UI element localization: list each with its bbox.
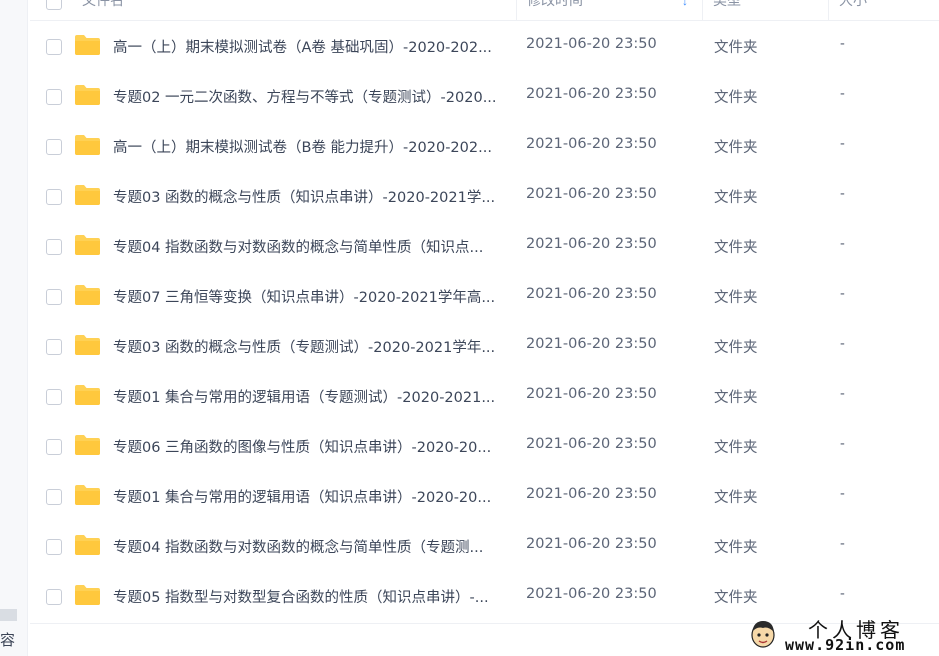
sidebar-block	[0, 609, 17, 621]
row-checkbox[interactable]	[46, 139, 62, 155]
row-checkbox[interactable]	[46, 289, 62, 305]
file-size: -	[840, 236, 845, 252]
table-row[interactable]: 高一（上）期末模拟测试卷（A卷 基础巩固）-2020-202... 2021-06…	[30, 21, 939, 71]
modified-time: 2021-06-20 23:50	[526, 436, 657, 452]
folder-icon	[75, 485, 100, 505]
modified-time: 2021-06-20 23:50	[526, 336, 657, 352]
table-row[interactable]: 专题07 三角恒等变换（知识点串讲）-2020-2021学年高... 2021-0…	[30, 271, 939, 321]
folder-icon	[75, 185, 100, 205]
folder-icon	[75, 585, 100, 605]
modified-time: 2021-06-20 23:50	[526, 386, 657, 402]
column-header-name[interactable]: 文件名	[82, 0, 124, 20]
file-type: 文件夹	[714, 440, 758, 456]
file-name[interactable]: 专题01 集合与常用的逻辑用语（知识点串讲）-2020-20...	[113, 486, 508, 507]
file-type: 文件夹	[714, 490, 758, 506]
row-checkbox[interactable]	[46, 239, 62, 255]
file-type: 文件夹	[714, 240, 758, 256]
table-row[interactable]: 专题02 一元二次函数、方程与不等式（专题测试）-2020... 2021-06-…	[30, 71, 939, 121]
column-header-modified[interactable]: 修改时间	[516, 0, 707, 20]
folder-icon	[75, 535, 100, 555]
file-size: -	[840, 436, 845, 452]
row-checkbox[interactable]	[46, 589, 62, 605]
file-name[interactable]: 专题02 一元二次函数、方程与不等式（专题测试）-2020...	[113, 86, 508, 107]
table-row[interactable]: 专题04 指数函数与对数函数的概念与简单性质（知识点... 2021-06-20 …	[30, 221, 939, 271]
file-name[interactable]: 专题04 指数函数与对数函数的概念与简单性质（知识点...	[113, 236, 508, 257]
modified-time: 2021-06-20 23:50	[526, 586, 657, 602]
file-name[interactable]: 专题03 函数的概念与性质（知识点串讲）-2020-2021学...	[113, 186, 508, 207]
table-row[interactable]: 高一（上）期末模拟测试卷（B卷 能力提升）-2020-202... 2021-06…	[30, 121, 939, 171]
table-row[interactable]: 专题01 集合与常用的逻辑用语（知识点串讲）-2020-20... 2021-06…	[30, 471, 939, 521]
modified-time: 2021-06-20 23:50	[526, 486, 657, 502]
watermark-url: www.92in.com	[785, 636, 906, 654]
folder-icon	[75, 235, 100, 255]
file-size: -	[840, 486, 845, 502]
file-type: 文件夹	[714, 140, 758, 156]
file-size: -	[840, 136, 845, 152]
watermark: 个人博客 www.92in.com	[748, 614, 939, 656]
row-checkbox[interactable]	[46, 389, 62, 405]
modified-time: 2021-06-20 23:50	[526, 86, 657, 102]
file-name[interactable]: 专题04 指数函数与对数函数的概念与简单性质（专题测...	[113, 536, 508, 557]
table-row[interactable]: 专题03 函数的概念与性质（专题测试）-2020-2021学年... 2021-0…	[30, 321, 939, 371]
table-row[interactable]: 专题01 集合与常用的逻辑用语（专题测试）-2020-2021... 2021-0…	[30, 371, 939, 421]
folder-icon	[75, 435, 100, 455]
modified-time: 2021-06-20 23:50	[526, 136, 657, 152]
file-type: 文件夹	[714, 590, 758, 606]
file-list: 文件名 修改时间 ↓ 类型 大小 高一（上）期末模拟测试卷（A卷 基础巩固）-2…	[30, 0, 939, 656]
row-checkbox[interactable]	[46, 539, 62, 555]
file-name[interactable]: 专题01 集合与常用的逻辑用语（专题测试）-2020-2021...	[113, 386, 508, 407]
file-size: -	[840, 336, 845, 352]
file-type: 文件夹	[714, 190, 758, 206]
folder-icon	[75, 85, 100, 105]
file-size: -	[840, 86, 845, 102]
row-checkbox[interactable]	[46, 489, 62, 505]
row-checkbox[interactable]	[46, 439, 62, 455]
file-size: -	[840, 186, 845, 202]
table-row[interactable]: 专题06 三角函数的图像与性质（知识点串讲）-2020-20... 2021-06…	[30, 421, 939, 471]
modified-time: 2021-06-20 23:50	[526, 236, 657, 252]
column-header-size[interactable]: 大小	[828, 0, 867, 20]
file-name[interactable]: 专题06 三角函数的图像与性质（知识点串讲）-2020-20...	[113, 436, 508, 457]
modified-time: 2021-06-20 23:50	[526, 536, 657, 552]
folder-icon	[75, 135, 100, 155]
row-checkbox[interactable]	[46, 339, 62, 355]
row-checkbox[interactable]	[46, 39, 62, 55]
file-size: -	[840, 286, 845, 302]
table-row[interactable]: 专题04 指数函数与对数函数的概念与简单性质（专题测... 2021-06-20 …	[30, 521, 939, 571]
table-row[interactable]: 专题03 函数的概念与性质（知识点串讲）-2020-2021学... 2021-0…	[30, 171, 939, 221]
file-type: 文件夹	[714, 40, 758, 56]
file-type: 文件夹	[714, 540, 758, 556]
folder-icon	[75, 35, 100, 55]
file-size: -	[840, 586, 845, 602]
list-header: 文件名 修改时间 ↓ 类型 大小	[30, 0, 939, 21]
file-name[interactable]: 高一（上）期末模拟测试卷（B卷 能力提升）-2020-202...	[113, 136, 508, 157]
sort-down-icon[interactable]: ↓	[682, 0, 688, 8]
sidebar-label[interactable]: 容	[0, 629, 15, 650]
avatar-icon	[751, 621, 775, 648]
modified-time: 2021-06-20 23:50	[526, 186, 657, 202]
modified-time: 2021-06-20 23:50	[526, 286, 657, 302]
file-name[interactable]: 高一（上）期末模拟测试卷（A卷 基础巩固）-2020-202...	[113, 36, 508, 57]
file-name[interactable]: 专题05 指数型与对数型复合函数的性质（知识点串讲）-...	[113, 586, 508, 607]
file-type: 文件夹	[714, 90, 758, 106]
select-all-checkbox[interactable]	[46, 0, 62, 10]
file-name[interactable]: 专题07 三角恒等变换（知识点串讲）-2020-2021学年高...	[113, 286, 508, 307]
file-type: 文件夹	[714, 340, 758, 356]
file-size: -	[840, 36, 845, 52]
file-size: -	[840, 536, 845, 552]
folder-icon	[75, 285, 100, 305]
file-type: 文件夹	[714, 290, 758, 306]
modified-time: 2021-06-20 23:50	[526, 36, 657, 52]
sidebar: 容	[0, 0, 28, 656]
folder-icon	[75, 385, 100, 405]
row-checkbox[interactable]	[46, 89, 62, 105]
file-name[interactable]: 专题03 函数的概念与性质（专题测试）-2020-2021学年...	[113, 336, 508, 357]
folder-icon	[75, 335, 100, 355]
file-size: -	[840, 386, 845, 402]
file-type: 文件夹	[714, 390, 758, 406]
row-checkbox[interactable]	[46, 189, 62, 205]
column-header-type[interactable]: 类型	[702, 0, 829, 20]
